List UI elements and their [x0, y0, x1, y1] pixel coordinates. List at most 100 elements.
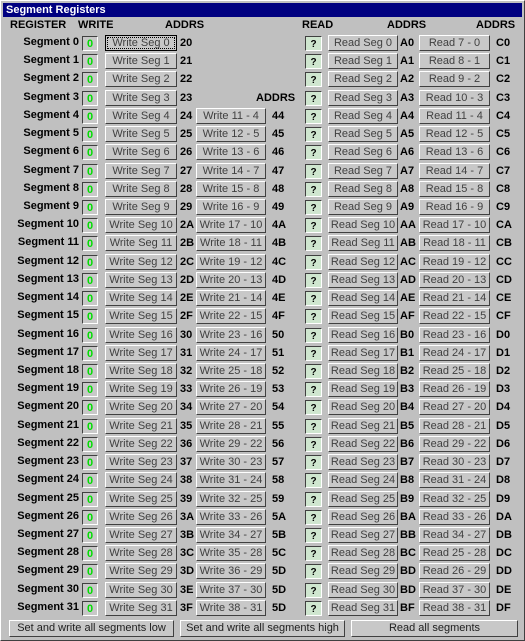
- read-seg-button[interactable]: Read Seg 30: [328, 582, 398, 598]
- read-seg-button[interactable]: Read Seg 6: [328, 144, 398, 160]
- read-pair-button[interactable]: Read 29 - 22: [419, 436, 490, 452]
- write-value-field[interactable]: 0: [82, 291, 98, 306]
- write-seg-button[interactable]: Write Seg 26: [105, 509, 177, 525]
- write-pair-button[interactable]: Write 11 - 4: [196, 108, 266, 124]
- read-seg-button[interactable]: Read Seg 15: [328, 308, 398, 324]
- read-seg-button[interactable]: Read Seg 11: [328, 235, 398, 251]
- write-pair-button[interactable]: Write 12 - 5: [196, 126, 266, 142]
- write-value-field[interactable]: 0: [82, 400, 98, 415]
- write-value-field[interactable]: 0: [82, 564, 98, 579]
- write-seg-button[interactable]: Write Seg 31: [105, 600, 177, 616]
- write-pair-button[interactable]: Write 29 - 22: [196, 436, 266, 452]
- write-value-field[interactable]: 0: [82, 346, 98, 361]
- write-pair-button[interactable]: Write 35 - 28: [196, 545, 266, 561]
- write-value-field[interactable]: 0: [82, 601, 98, 616]
- read-pair-button[interactable]: Read 37 - 30: [419, 582, 490, 598]
- read-seg-button[interactable]: Read Seg 0: [328, 35, 398, 51]
- write-seg-button[interactable]: Write Seg 10: [105, 217, 177, 233]
- write-seg-button[interactable]: Write Seg 14: [105, 290, 177, 306]
- write-pair-button[interactable]: Write 33 - 26: [196, 509, 266, 525]
- read-seg-button[interactable]: Read Seg 17: [328, 345, 398, 361]
- read-pair-button[interactable]: Read 27 - 20: [419, 399, 490, 415]
- read-seg-button[interactable]: Read Seg 28: [328, 545, 398, 561]
- read-pair-button[interactable]: Read 14 - 7: [419, 163, 490, 179]
- read-pair-button[interactable]: Read 9 - 2: [419, 71, 490, 87]
- write-seg-button[interactable]: Write Seg 8: [105, 181, 177, 197]
- write-seg-button[interactable]: Write Seg 9: [105, 199, 177, 215]
- read-pair-button[interactable]: Read 15 - 8: [419, 181, 490, 197]
- read-seg-button[interactable]: Read Seg 1: [328, 53, 398, 69]
- read-pair-button[interactable]: Read 18 - 11: [419, 235, 490, 251]
- write-value-field[interactable]: 0: [82, 583, 98, 598]
- read-pair-button[interactable]: Read 28 - 21: [419, 418, 490, 434]
- read-seg-button[interactable]: Read Seg 5: [328, 126, 398, 142]
- write-value-field[interactable]: 0: [82, 109, 98, 124]
- write-seg-button[interactable]: Write Seg 30: [105, 582, 177, 598]
- write-value-field[interactable]: 0: [82, 419, 98, 434]
- write-pair-button[interactable]: Write 17 - 10: [196, 217, 266, 233]
- read-pair-button[interactable]: Read 8 - 1: [419, 53, 490, 69]
- write-value-field[interactable]: 0: [82, 164, 98, 179]
- read-seg-button[interactable]: Read Seg 4: [328, 108, 398, 124]
- read-seg-button[interactable]: Read Seg 29: [328, 563, 398, 579]
- read-pair-button[interactable]: Read 26 - 29: [419, 563, 490, 579]
- write-value-field[interactable]: 0: [82, 255, 98, 270]
- write-value-field[interactable]: 0: [82, 492, 98, 507]
- write-pair-button[interactable]: Write 30 - 23: [196, 454, 266, 470]
- read-pair-button[interactable]: Read 13 - 6: [419, 144, 490, 160]
- read-pair-button[interactable]: Read 10 - 3: [419, 90, 490, 106]
- write-seg-button[interactable]: Write Seg 4: [105, 108, 177, 124]
- write-value-field[interactable]: 0: [82, 91, 98, 106]
- read-seg-button[interactable]: Read Seg 23: [328, 454, 398, 470]
- write-seg-button[interactable]: Write Seg 29: [105, 563, 177, 579]
- read-pair-button[interactable]: Read 22 - 15: [419, 308, 490, 324]
- read-pair-button[interactable]: Read 30 - 23: [419, 454, 490, 470]
- write-value-field[interactable]: 0: [82, 218, 98, 233]
- read-pair-button[interactable]: Read 25 - 18: [419, 363, 490, 379]
- read-seg-button[interactable]: Read Seg 22: [328, 436, 398, 452]
- write-pair-button[interactable]: Write 28 - 21: [196, 418, 266, 434]
- write-pair-button[interactable]: Write 26 - 19: [196, 381, 266, 397]
- set-all-high-button[interactable]: Set and write all segments high: [180, 620, 345, 637]
- write-value-field[interactable]: 0: [82, 182, 98, 197]
- write-seg-button[interactable]: Write Seg 28: [105, 545, 177, 561]
- write-value-field[interactable]: 0: [82, 273, 98, 288]
- write-seg-button[interactable]: Write Seg 6: [105, 144, 177, 160]
- write-value-field[interactable]: 0: [82, 127, 98, 142]
- read-pair-button[interactable]: Read 34 - 27: [419, 527, 490, 543]
- write-seg-button[interactable]: Write Seg 16: [105, 327, 177, 343]
- write-seg-button[interactable]: Write Seg 5: [105, 126, 177, 142]
- write-pair-button[interactable]: Write 32 - 25: [196, 491, 266, 507]
- read-seg-button[interactable]: Read Seg 12: [328, 254, 398, 270]
- write-seg-button[interactable]: Write Seg 7: [105, 163, 177, 179]
- write-pair-button[interactable]: Write 27 - 20: [196, 399, 266, 415]
- write-value-field[interactable]: 0: [82, 455, 98, 470]
- write-seg-button[interactable]: Write Seg 3: [105, 90, 177, 106]
- write-value-field[interactable]: 0: [82, 328, 98, 343]
- read-seg-button[interactable]: Read Seg 19: [328, 381, 398, 397]
- write-seg-button[interactable]: Write Seg 0: [105, 35, 177, 51]
- write-value-field[interactable]: 0: [82, 528, 98, 543]
- write-pair-button[interactable]: Write 21 - 14: [196, 290, 266, 306]
- write-pair-button[interactable]: Write 22 - 15: [196, 308, 266, 324]
- write-value-field[interactable]: 0: [82, 473, 98, 488]
- read-seg-button[interactable]: Read Seg 25: [328, 491, 398, 507]
- read-pair-button[interactable]: Read 32 - 25: [419, 491, 490, 507]
- read-all-segments-button[interactable]: Read all segments: [351, 620, 518, 637]
- read-pair-button[interactable]: Read 17 - 10: [419, 217, 490, 233]
- write-pair-button[interactable]: Write 23 - 16: [196, 327, 266, 343]
- write-seg-button[interactable]: Write Seg 13: [105, 272, 177, 288]
- write-pair-button[interactable]: Write 20 - 13: [196, 272, 266, 288]
- write-seg-button[interactable]: Write Seg 20: [105, 399, 177, 415]
- read-seg-button[interactable]: Read Seg 9: [328, 199, 398, 215]
- read-seg-button[interactable]: Read Seg 16: [328, 327, 398, 343]
- write-seg-button[interactable]: Write Seg 21: [105, 418, 177, 434]
- read-pair-button[interactable]: Read 38 - 31: [419, 600, 490, 616]
- write-pair-button[interactable]: Write 37 - 30: [196, 582, 266, 598]
- write-value-field[interactable]: 0: [82, 145, 98, 160]
- write-pair-button[interactable]: Write 15 - 8: [196, 181, 266, 197]
- write-pair-button[interactable]: Write 19 - 12: [196, 254, 266, 270]
- read-seg-button[interactable]: Read Seg 10: [328, 217, 398, 233]
- write-pair-button[interactable]: Write 31 - 24: [196, 472, 266, 488]
- read-pair-button[interactable]: Read 31 - 24: [419, 472, 490, 488]
